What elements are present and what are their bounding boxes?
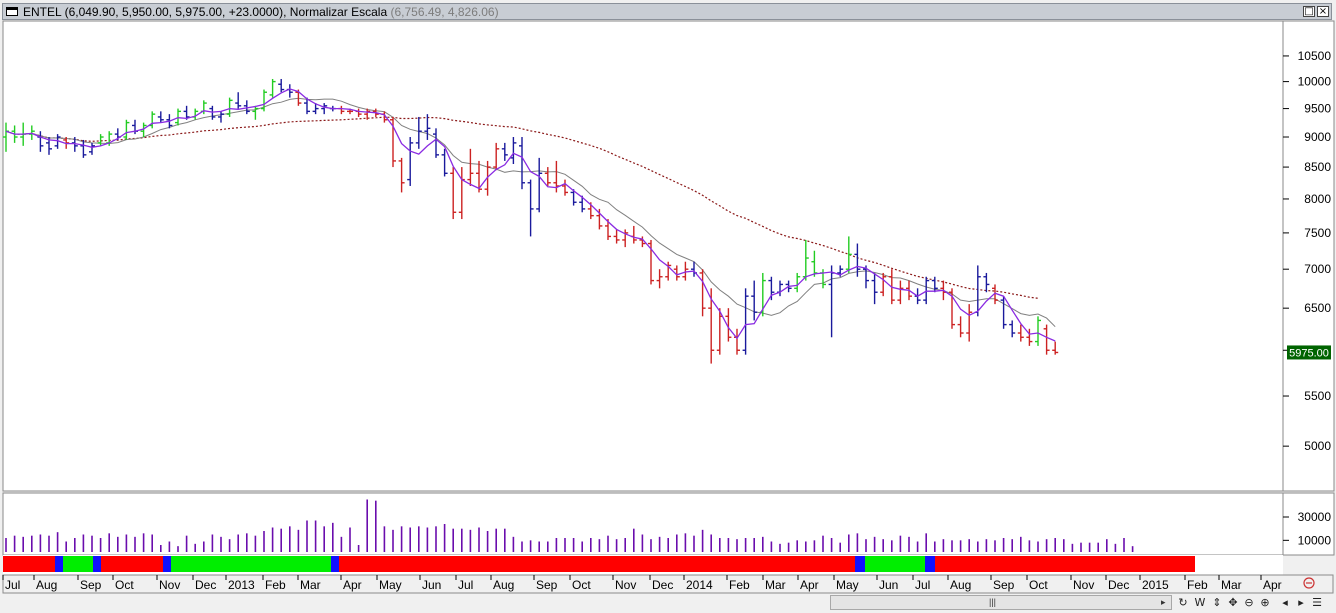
horizontal-scrollbar[interactable]: ||| ▸ bbox=[830, 595, 1172, 610]
time-tick-label: Dec bbox=[652, 578, 673, 592]
trend-segment bbox=[855, 556, 865, 572]
trend-strip bbox=[3, 556, 1195, 572]
trend-segment bbox=[925, 556, 935, 572]
time-tick-label: May bbox=[379, 578, 402, 592]
time-tick-label: Nov bbox=[159, 578, 180, 592]
price-tick-label: 7000 bbox=[1304, 262, 1331, 276]
vertical-fit-icon[interactable]: ⇕ bbox=[1210, 595, 1224, 610]
scroll-right-icon[interactable]: ▸ bbox=[1294, 595, 1308, 610]
time-tick-label: Mar bbox=[765, 578, 786, 592]
time-tick-label: Aug bbox=[36, 578, 57, 592]
price-tick-label: 9500 bbox=[1304, 102, 1331, 116]
trend-segment bbox=[163, 556, 171, 572]
pan-icon[interactable]: ✥ bbox=[1226, 595, 1240, 610]
time-tick-label: Sep bbox=[993, 578, 1015, 592]
price-axis-panel bbox=[1282, 20, 1335, 492]
trend-segment bbox=[93, 556, 101, 572]
zoom-out-icon[interactable]: ⊖ bbox=[1242, 595, 1256, 610]
price-tick-label: 6500 bbox=[1304, 301, 1331, 315]
last-price-label: 5975.00 bbox=[1287, 345, 1331, 360]
price-tick-label: 8500 bbox=[1304, 160, 1331, 174]
time-tick-label: 2014 bbox=[686, 578, 713, 592]
price-tick-label: 5500 bbox=[1304, 389, 1331, 403]
time-tick-label: Mar bbox=[1221, 578, 1242, 592]
price-tick-label: 7500 bbox=[1304, 226, 1331, 240]
chart-canvas[interactable]: 1050010000950090008500800075007000650060… bbox=[0, 0, 1336, 613]
price-tick-label: 10000 bbox=[1298, 75, 1332, 89]
last-price-text: 5975.00 bbox=[1289, 347, 1329, 359]
volume-tick-label: 30000 bbox=[1298, 510, 1332, 524]
volume-tick-label: 10000 bbox=[1298, 533, 1332, 547]
time-tick-label: Oct bbox=[572, 578, 591, 592]
price-tick-label: 5000 bbox=[1304, 439, 1331, 453]
refresh-icon[interactable]: ↻ bbox=[1176, 595, 1190, 610]
time-tick-label: Sep bbox=[80, 578, 102, 592]
price-tick-label: 9000 bbox=[1304, 130, 1331, 144]
time-tick-label: Oct bbox=[1029, 578, 1048, 592]
price-tick-label: 10500 bbox=[1298, 49, 1332, 63]
time-tick-label: Oct bbox=[115, 578, 134, 592]
time-tick-label: Feb bbox=[265, 578, 286, 592]
trend-segment bbox=[339, 556, 855, 572]
weekly-button[interactable]: W bbox=[1193, 595, 1207, 610]
time-tick-label: Feb bbox=[1187, 578, 1208, 592]
time-tick-label: May bbox=[836, 578, 859, 592]
trend-segment bbox=[101, 556, 163, 572]
price-tick-label: 8000 bbox=[1304, 192, 1331, 206]
time-tick-label: Nov bbox=[1073, 578, 1094, 592]
scroll-grip[interactable]: ||| bbox=[989, 597, 996, 607]
time-tick-label: Jul bbox=[915, 578, 930, 592]
time-tick-label: Apr bbox=[1263, 578, 1282, 592]
trend-segment bbox=[935, 556, 1195, 572]
time-tick-label: Nov bbox=[615, 578, 636, 592]
chart-window: ENTEL (6,049.90, 5,950.00, 5,975.00, +23… bbox=[0, 0, 1336, 613]
time-tick-label: Dec bbox=[195, 578, 216, 592]
bottom-toolbar: ↻ W ⇕ ✥ ⊖ ⊕ ◂ ▸ ☰ bbox=[1176, 595, 1336, 610]
time-tick-label: Aug bbox=[950, 578, 971, 592]
scroll-left-icon[interactable]: ◂ bbox=[1278, 595, 1292, 610]
trend-segment bbox=[171, 556, 331, 572]
trend-segment bbox=[331, 556, 339, 572]
time-tick-label: Jul bbox=[5, 578, 20, 592]
time-tick-label: 2015 bbox=[1142, 578, 1169, 592]
menu-icon[interactable]: ☰ bbox=[1310, 595, 1324, 610]
time-tick-label: Apr bbox=[343, 578, 362, 592]
time-tick-label: Feb bbox=[729, 578, 750, 592]
time-tick-label: 2013 bbox=[228, 578, 255, 592]
time-tick-label: Sep bbox=[536, 578, 558, 592]
time-tick-label: Apr bbox=[800, 578, 819, 592]
price-panel bbox=[2, 20, 1284, 492]
trend-segment bbox=[865, 556, 925, 572]
trend-segment bbox=[3, 556, 55, 572]
zoom-in-icon[interactable]: ⊕ bbox=[1258, 595, 1272, 610]
time-tick-label: Jul bbox=[458, 578, 473, 592]
time-tick-label: Jun bbox=[422, 578, 441, 592]
scroll-right-arrow[interactable]: ▸ bbox=[1161, 597, 1166, 608]
trend-segment bbox=[63, 556, 93, 572]
time-tick-label: Aug bbox=[493, 578, 514, 592]
time-tick-label: Jun bbox=[879, 578, 898, 592]
time-tick-label: Dec bbox=[1108, 578, 1129, 592]
time-tick-label: Mar bbox=[300, 578, 321, 592]
trend-segment bbox=[55, 556, 63, 572]
